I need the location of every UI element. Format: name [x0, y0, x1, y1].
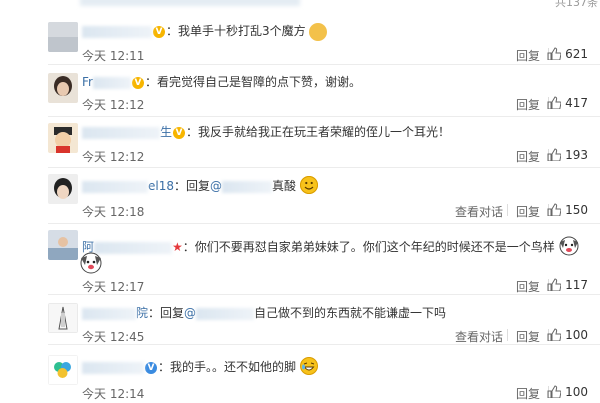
username-blur [94, 241, 173, 254]
reply-prefix: ：回复 [148, 306, 185, 320]
avatar[interactable] [48, 73, 78, 103]
reply-button[interactable]: 回复 [516, 278, 540, 295]
username-visible[interactable]: 生 [160, 125, 172, 139]
like-count: 621 [565, 47, 588, 61]
comment-item: 院：回复@ 自己做不到的东西就不能谦虚一下吗 今天 12:45 查看对话 回复 1… [0, 295, 600, 345]
comment-time: 今天 12:14 [82, 387, 145, 401]
thumb-up-icon [547, 96, 562, 109]
thumb-up-icon [547, 203, 562, 216]
thumb-up-icon [547, 47, 562, 60]
comment-item: 阿 ★：你们不要再怼自家弟弟妹妹了。你们这个年纪的时候还不是一个鸟样 今天 12:… [0, 224, 600, 295]
username-blur[interactable] [82, 307, 136, 320]
top-strip: 共137条 [0, 0, 600, 10]
username[interactable] [82, 25, 152, 38]
divider [507, 329, 508, 341]
reply-button[interactable]: 回复 [516, 328, 540, 345]
comment-item: V ：我的手。。还不如他的脚 今天 12:14 回复 100 [0, 345, 600, 403]
comment-item: V ：我单手十秒打乱3个魔方 今天 12:11 回复 621 [0, 10, 600, 65]
smile-emoji-icon [299, 176, 318, 194]
comment-time: 今天 12:12 [82, 150, 145, 164]
username-blur[interactable] [82, 180, 148, 193]
username-blur [92, 76, 131, 89]
thumb-up-icon [547, 148, 562, 161]
at-sign: @ [210, 179, 223, 193]
vip-badge-icon: V [153, 25, 165, 38]
like-button[interactable]: 117 [547, 278, 588, 292]
reply-button[interactable]: 回复 [516, 203, 540, 220]
username-blur[interactable] [82, 361, 144, 374]
like-count: 117 [565, 278, 588, 292]
vip-badge-icon: V [173, 126, 186, 139]
like-button[interactable]: 100 [547, 328, 588, 342]
comment-text: ：我反手就给我正在玩王者荣耀的侄儿一个耳光！ [186, 125, 451, 139]
comment-text: ：你们不要再怼自家弟弟妹妹了。你们这个年纪的时候还不是一个鸟样 [182, 240, 555, 254]
avatar[interactable] [48, 303, 78, 333]
dog-emoji-icon [80, 252, 102, 274]
reply-button[interactable]: 回复 [516, 47, 540, 64]
comment-time: 今天 12:11 [82, 49, 145, 63]
username-blur[interactable] [82, 126, 160, 139]
cat-emoji-icon [309, 22, 328, 41]
thumb-up-icon [547, 278, 562, 291]
mention-link[interactable]: @ [184, 306, 255, 320]
like-button[interactable]: 417 [547, 96, 588, 110]
comment-item: Fr V ：看完觉得自己是智障的点下赞，谢谢。 今天 12:12 回复 417 [0, 65, 600, 117]
username-visible[interactable]: Fr [82, 75, 93, 89]
comment-text: ：看完觉得自己是智障的点下赞，谢谢。 [144, 75, 361, 89]
avatar[interactable] [48, 123, 78, 153]
like-count: 150 [565, 203, 588, 217]
like-button[interactable]: 100 [547, 385, 588, 399]
avatar[interactable] [48, 22, 78, 52]
mention-link[interactable]: @ [210, 179, 273, 193]
comment-time: 今天 12:18 [82, 205, 145, 219]
reply-button[interactable]: 回复 [516, 96, 540, 113]
like-button[interactable]: 193 [547, 148, 588, 162]
view-thread-button[interactable]: 查看对话 [455, 203, 503, 220]
comment-text: 自己做不到的东西就不能谦虚一下吗 [254, 306, 447, 320]
comment-text: ：我单手十秒打乱3个魔方 [166, 24, 306, 38]
thumb-up-icon [547, 328, 562, 341]
top-blur [80, 0, 300, 6]
comment-item: 生 V ：我反手就给我正在玩王者荣耀的侄儿一个耳光！ 今天 12:12 回复 193 [0, 117, 600, 169]
dog-emoji-icon [559, 236, 579, 256]
username-visible[interactable]: el18 [148, 179, 174, 193]
like-button[interactable]: 150 [547, 203, 588, 217]
view-thread-button[interactable]: 查看对话 [455, 328, 503, 345]
like-button[interactable]: 621 [547, 47, 588, 61]
avatar[interactable] [48, 230, 78, 260]
reply-prefix: ：回复 [174, 179, 211, 193]
comment-count: 共137条 [555, 0, 598, 9]
reply-button[interactable]: 回复 [516, 148, 540, 165]
comment-text: ：我的手。。还不如他的脚 [158, 360, 297, 374]
divider [507, 204, 508, 216]
avatar[interactable] [48, 174, 78, 204]
star-badge-icon: ★ [172, 240, 183, 254]
reply-button[interactable]: 回复 [516, 385, 540, 402]
vip-badge-icon: V [131, 76, 144, 89]
thumb-up-icon [547, 385, 562, 398]
vip-badge-icon: V [145, 361, 157, 374]
at-sign: @ [184, 306, 197, 320]
laugh-cry-emoji-icon [299, 357, 318, 375]
comment-time: 今天 12:17 [82, 280, 145, 294]
mention-blur [196, 307, 255, 320]
username-visible[interactable]: 院 [136, 306, 148, 320]
like-count: 417 [565, 96, 588, 110]
comment-text: 真酸 [272, 179, 297, 193]
comment-item: el18：回复@ 真酸 今天 12:18 查看对话 回复 150 [0, 168, 600, 224]
like-count: 100 [565, 385, 588, 399]
comment-time: 今天 12:45 [82, 330, 145, 344]
like-count: 100 [565, 328, 588, 342]
comment-time: 今天 12:12 [82, 98, 145, 112]
mention-blur [222, 180, 273, 193]
like-count: 193 [565, 148, 588, 162]
avatar[interactable] [48, 355, 78, 385]
